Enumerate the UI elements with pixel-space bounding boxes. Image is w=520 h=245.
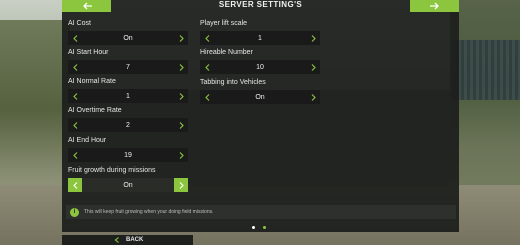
decrease-button[interactable]	[68, 148, 82, 162]
chevron-right-icon	[179, 92, 184, 100]
decrease-button[interactable]	[200, 60, 214, 74]
info-bar: i This will keep fruit growing when your…	[66, 205, 456, 219]
header-bar: SERVER SETTING'S	[62, 0, 459, 12]
chevron-right-icon	[311, 63, 316, 71]
pagination-dots	[252, 226, 266, 229]
ai-normal-rate-selector[interactable]: 1	[68, 89, 188, 103]
setting-value: 1	[258, 34, 262, 42]
setting-value: 10	[256, 63, 264, 71]
back-label: BACK	[126, 237, 144, 243]
hireable-number-selector[interactable]: 10	[200, 60, 320, 74]
chevron-left-icon	[72, 121, 77, 129]
setting-label: Hireable Number	[200, 49, 253, 56]
setting-value: On	[255, 93, 265, 101]
increase-button[interactable]	[174, 178, 188, 192]
setting-ai-normal-rate: AI Normal Rate 1	[68, 77, 188, 103]
ai-start-hour-selector[interactable]: 7	[68, 60, 188, 74]
chevron-right-icon	[311, 34, 316, 42]
next-page-button[interactable]	[410, 0, 459, 12]
decrease-button[interactable]	[68, 31, 82, 45]
decrease-button[interactable]	[68, 178, 82, 192]
chevron-left-icon	[72, 34, 77, 42]
player-lift-scale-selector[interactable]: 1	[200, 31, 320, 45]
chevron-left-icon	[204, 34, 209, 42]
chevron-right-icon	[179, 63, 184, 71]
chevron-left-icon	[204, 93, 209, 101]
chevron-right-icon	[179, 181, 184, 189]
chevron-left-icon	[72, 92, 77, 100]
page-title: SERVER SETTING'S	[218, 0, 303, 9]
setting-value: 2	[126, 121, 130, 129]
decrease-button[interactable]	[200, 90, 214, 104]
previous-page-button[interactable]	[62, 0, 111, 12]
chevron-left-icon	[204, 63, 209, 71]
setting-value: On	[123, 34, 133, 42]
setting-ai-start-hour: AI Start Hour 7	[68, 48, 188, 74]
ai-overtime-rate-selector[interactable]: 2	[68, 118, 188, 132]
increase-button[interactable]	[306, 60, 320, 74]
tabbing-into-vehicles-selector[interactable]: On	[200, 90, 320, 104]
info-text: This will keep fruit growing when your d…	[84, 209, 214, 215]
setting-label: Fruit growth during missions	[68, 167, 156, 174]
chevron-right-icon	[311, 93, 316, 101]
back-button[interactable]: BACK	[62, 235, 193, 245]
setting-hireable-number: Hireable Number 10	[200, 48, 320, 74]
increase-button[interactable]	[174, 89, 188, 103]
chevron-right-icon	[179, 151, 184, 159]
setting-ai-overtime-rate: AI Overtime Rate 2	[68, 106, 188, 132]
increase-button[interactable]	[174, 60, 188, 74]
setting-value: 1	[126, 92, 130, 100]
chevron-left-icon	[72, 151, 77, 159]
setting-label: Player lift scale	[200, 20, 248, 27]
ai-cost-selector[interactable]: On	[68, 31, 188, 45]
chevron-left-icon	[72, 181, 77, 189]
back-arrow-icon	[114, 236, 122, 244]
server-settings-panel: SERVER SETTING'S AI Cost On AI Start Hou…	[62, 0, 459, 232]
setting-label: AI Normal Rate	[68, 78, 116, 85]
fruit-growth-selector[interactable]: On	[68, 178, 188, 192]
increase-button[interactable]	[174, 148, 188, 162]
setting-fruit-growth: Fruit growth during missions On	[68, 166, 188, 192]
increase-button[interactable]	[174, 31, 188, 45]
setting-value: On	[123, 181, 133, 189]
shed-structure	[452, 40, 520, 100]
setting-label: Tabbing into Vehicles	[200, 79, 266, 86]
chevron-left-icon	[72, 63, 77, 71]
chevron-right-icon	[179, 121, 184, 129]
setting-label: AI Cost	[68, 20, 91, 27]
decrease-button[interactable]	[68, 89, 82, 103]
decrease-button[interactable]	[68, 118, 82, 132]
setting-player-lift-scale: Player lift scale 1	[200, 19, 320, 45]
arrow-right-icon	[429, 2, 439, 10]
setting-value: 7	[126, 63, 130, 71]
increase-button[interactable]	[174, 118, 188, 132]
page-dot-2[interactable]	[263, 226, 266, 229]
setting-tabbing-into-vehicles: Tabbing into Vehicles On	[200, 78, 320, 104]
setting-label: AI Overtime Rate	[68, 107, 122, 114]
setting-label: AI End Hour	[68, 137, 107, 144]
increase-button[interactable]	[306, 31, 320, 45]
arrow-left-icon	[82, 2, 92, 10]
setting-ai-cost: AI Cost On	[68, 19, 188, 45]
setting-label: AI Start Hour	[68, 49, 109, 56]
ai-end-hour-selector[interactable]: 19	[68, 148, 188, 162]
decrease-button[interactable]	[200, 31, 214, 45]
setting-ai-end-hour: AI End Hour 19	[68, 136, 188, 162]
info-icon: i	[70, 207, 79, 217]
chevron-right-icon	[179, 34, 184, 42]
decrease-button[interactable]	[68, 60, 82, 74]
page-dot-1[interactable]	[252, 226, 255, 229]
setting-value: 19	[124, 151, 132, 159]
increase-button[interactable]	[306, 90, 320, 104]
